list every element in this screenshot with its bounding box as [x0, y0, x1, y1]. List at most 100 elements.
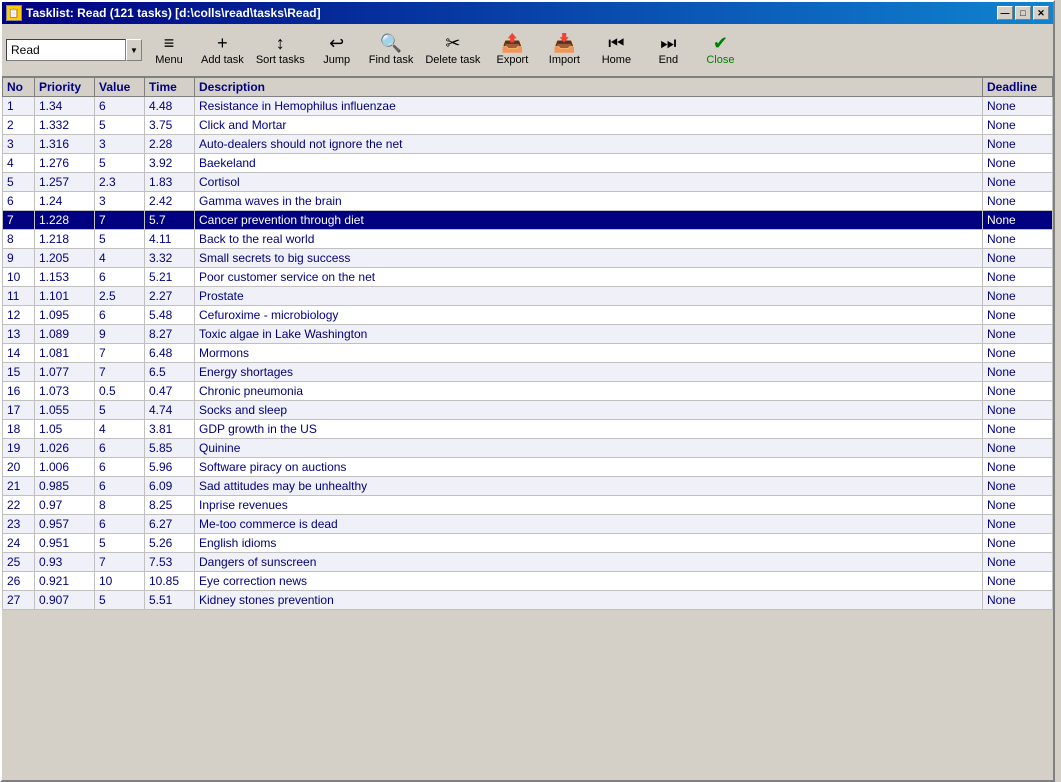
cell-description: Click and Mortar — [195, 116, 983, 135]
table-row[interactable]: 270.90755.51Kidney stones preventionNone — [3, 591, 1053, 610]
cell-no: 27 — [3, 591, 35, 610]
cell-time: 3.75 — [145, 116, 195, 135]
table-row[interactable]: 220.9788.25Inprise revenuesNone — [3, 496, 1053, 515]
table-row[interactable]: 141.08176.48MormonsNone — [3, 344, 1053, 363]
end-button[interactable]: ⏭ End — [643, 27, 693, 73]
cell-no: 18 — [3, 420, 35, 439]
import-label: Import — [549, 54, 580, 66]
table-row[interactable]: 250.9377.53Dangers of sunscreenNone — [3, 553, 1053, 572]
menu-button[interactable]: ≡ Menu — [144, 27, 194, 73]
cell-time: 5.21 — [145, 268, 195, 287]
cell-priority: 1.05 — [35, 420, 95, 439]
cell-value: 7 — [95, 363, 145, 382]
collection-dropdown[interactable]: Read — [6, 39, 126, 61]
table-row[interactable]: 210.98566.09Sad attitudes may be unhealt… — [3, 477, 1053, 496]
cell-deadline: None — [983, 420, 1053, 439]
cell-priority: 1.153 — [35, 268, 95, 287]
jump-button[interactable]: ↩ Jump — [312, 27, 362, 73]
cell-time: 5.96 — [145, 458, 195, 477]
cell-no: 14 — [3, 344, 35, 363]
export-button[interactable]: 📤 Export — [487, 27, 537, 73]
cell-time: 6.5 — [145, 363, 195, 382]
cell-no: 16 — [3, 382, 35, 401]
minimize-button[interactable]: — — [997, 6, 1013, 20]
import-button[interactable]: 📥 Import — [539, 27, 589, 73]
cell-deadline: None — [983, 192, 1053, 211]
find-task-button[interactable]: 🔍 Find task — [364, 27, 419, 73]
cell-no: 13 — [3, 325, 35, 344]
find-task-label: Find task — [369, 54, 414, 66]
home-label: Home — [602, 54, 631, 66]
delete-task-button[interactable]: ✂ Delete task — [420, 27, 485, 73]
table-row[interactable]: 161.0730.50.47Chronic pneumoniaNone — [3, 382, 1053, 401]
cell-value: 5 — [95, 591, 145, 610]
table-row[interactable]: 51.2572.31.83CortisolNone — [3, 173, 1053, 192]
table-row[interactable]: 131.08998.27Toxic algae in Lake Washingt… — [3, 325, 1053, 344]
cell-value: 4 — [95, 420, 145, 439]
header-value[interactable]: Value — [95, 78, 145, 97]
dropdown-arrow[interactable]: ▼ — [126, 39, 142, 61]
jump-label: Jump — [323, 54, 350, 66]
end-icon: ⏭ — [660, 34, 676, 52]
cell-priority: 0.907 — [35, 591, 95, 610]
table-row[interactable]: 21.33253.75Click and MortarNone — [3, 116, 1053, 135]
close-window-button[interactable]: ✕ — [1033, 6, 1049, 20]
table-row[interactable]: 230.95766.27Me-too commerce is deadNone — [3, 515, 1053, 534]
cell-time: 10.85 — [145, 572, 195, 591]
home-button[interactable]: ⏮ Home — [591, 27, 641, 73]
table-row[interactable]: 91.20543.32Small secrets to big successN… — [3, 249, 1053, 268]
cell-deadline: None — [983, 572, 1053, 591]
cell-time: 4.11 — [145, 230, 195, 249]
cell-time: 8.27 — [145, 325, 195, 344]
cell-no: 26 — [3, 572, 35, 591]
table-row[interactable]: 121.09565.48Cefuroxime - microbiologyNon… — [3, 306, 1053, 325]
collection-dropdown-container: Read ▼ — [6, 39, 142, 61]
table-row[interactable]: 11.3464.48Resistance in Hemophilus influ… — [3, 97, 1053, 116]
maximize-button[interactable]: □ — [1015, 6, 1031, 20]
cell-value: 6 — [95, 97, 145, 116]
cell-no: 23 — [3, 515, 35, 534]
table-row[interactable]: 181.0543.81GDP growth in the USNone — [3, 420, 1053, 439]
task-table-container[interactable]: No Priority Value Time Description Deadl… — [2, 77, 1053, 781]
cell-time: 3.32 — [145, 249, 195, 268]
table-row[interactable]: 151.07776.5Energy shortagesNone — [3, 363, 1053, 382]
sort-tasks-button[interactable]: ↕ Sort tasks — [251, 27, 310, 73]
close-button[interactable]: ✔ Close — [695, 27, 745, 73]
cell-time: 5.85 — [145, 439, 195, 458]
cell-value: 5 — [95, 401, 145, 420]
table-row[interactable]: 240.95155.26English idiomsNone — [3, 534, 1053, 553]
cell-time: 0.47 — [145, 382, 195, 401]
cell-deadline: None — [983, 534, 1053, 553]
cell-time: 6.48 — [145, 344, 195, 363]
table-row[interactable]: 171.05554.74Socks and sleepNone — [3, 401, 1053, 420]
table-row[interactable]: 31.31632.28Auto-dealers should not ignor… — [3, 135, 1053, 154]
cell-time: 6.09 — [145, 477, 195, 496]
cell-priority: 1.101 — [35, 287, 95, 306]
header-no[interactable]: No — [3, 78, 35, 97]
table-row[interactable]: 191.02665.85QuinineNone — [3, 439, 1053, 458]
table-body: 11.3464.48Resistance in Hemophilus influ… — [3, 97, 1053, 610]
table-row[interactable]: 41.27653.92BaekelandNone — [3, 154, 1053, 173]
table-row[interactable]: 101.15365.21Poor customer service on the… — [3, 268, 1053, 287]
header-time[interactable]: Time — [145, 78, 195, 97]
table-row[interactable]: 201.00665.96Software piracy on auctionsN… — [3, 458, 1053, 477]
cell-deadline: None — [983, 306, 1053, 325]
add-task-button[interactable]: + Add task — [196, 27, 249, 73]
cell-no: 25 — [3, 553, 35, 572]
header-deadline[interactable]: Deadline — [983, 78, 1053, 97]
dropdown-value: Read — [11, 43, 40, 57]
cell-time: 6.27 — [145, 515, 195, 534]
cell-deadline: None — [983, 173, 1053, 192]
table-row[interactable]: 81.21854.11Back to the real worldNone — [3, 230, 1053, 249]
cell-description: Resistance in Hemophilus influenzae — [195, 97, 983, 116]
cell-time: 5.51 — [145, 591, 195, 610]
table-row[interactable]: 61.2432.42Gamma waves in the brainNone — [3, 192, 1053, 211]
cell-priority: 1.095 — [35, 306, 95, 325]
header-description[interactable]: Description — [195, 78, 983, 97]
table-row[interactable]: 260.9211010.85Eye correction newsNone — [3, 572, 1053, 591]
cell-no: 3 — [3, 135, 35, 154]
table-row[interactable]: 111.1012.52.27ProstateNone — [3, 287, 1053, 306]
table-row[interactable]: 71.22875.7Cancer prevention through diet… — [3, 211, 1053, 230]
toolbar: Read ▼ ≡ Menu + Add task ↕ Sort tasks ↩ … — [2, 24, 1053, 77]
header-priority[interactable]: Priority — [35, 78, 95, 97]
